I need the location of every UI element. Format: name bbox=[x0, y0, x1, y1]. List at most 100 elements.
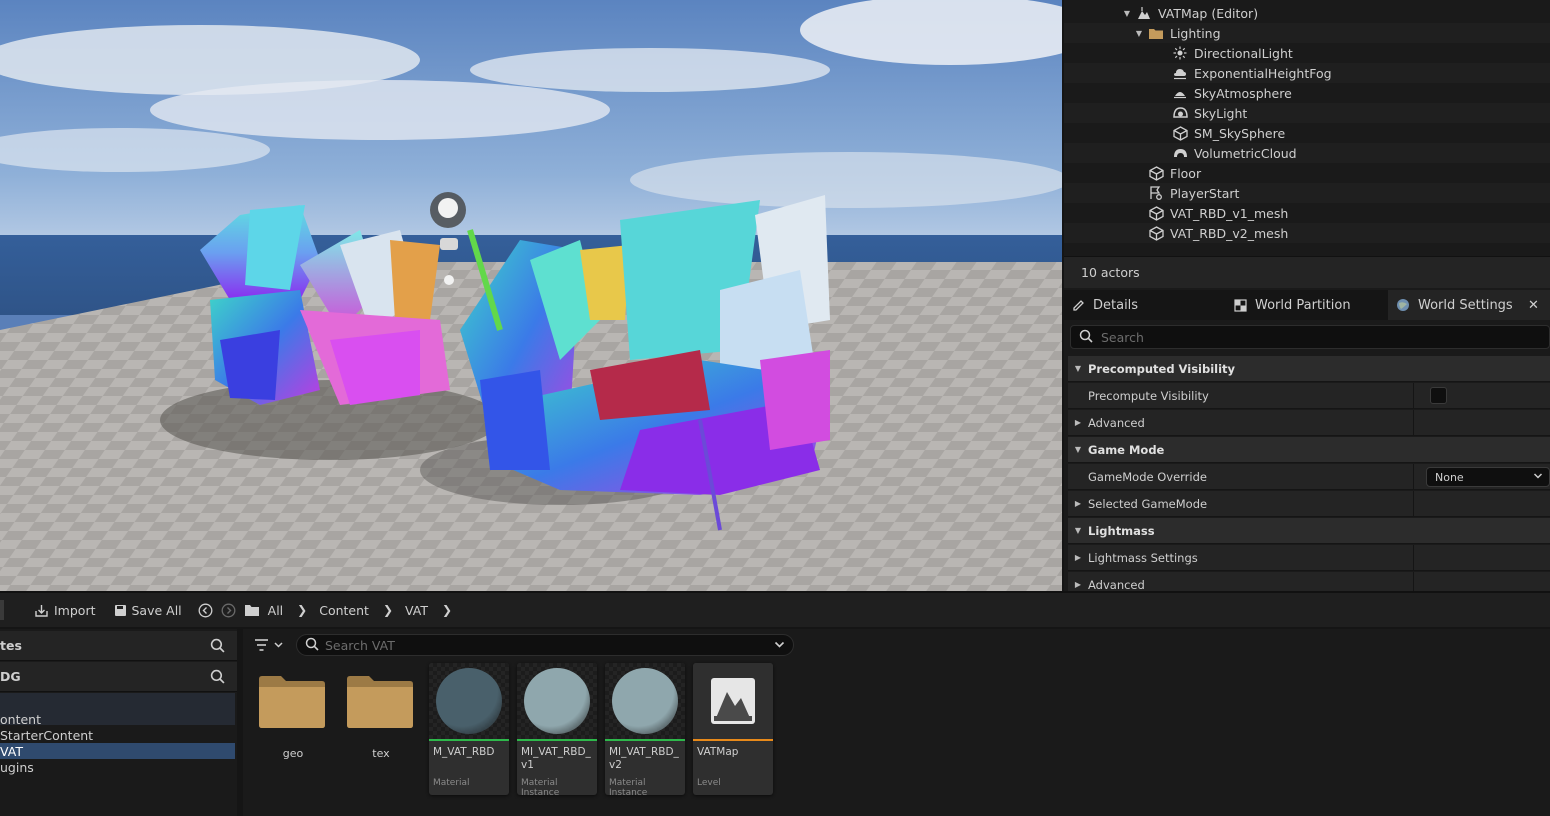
folder-tree-item[interactable]: ugins bbox=[0, 759, 235, 775]
gamemode-override-dropdown[interactable]: None bbox=[1426, 467, 1550, 487]
sky-light-gizmo-icon[interactable] bbox=[430, 192, 466, 228]
asset-type: Material Instance bbox=[609, 778, 648, 795]
outliner-row[interactable]: VAT_RBD_v1_mesh bbox=[1064, 203, 1550, 223]
property-name: Precompute Visibility bbox=[1088, 388, 1209, 403]
asset-tile[interactable]: MI_VAT_RBD_v2 Material Instance bbox=[605, 663, 685, 795]
details-section-header[interactable]: ▼ Lightmass bbox=[1068, 518, 1550, 544]
column-divider[interactable] bbox=[1413, 491, 1414, 517]
save-all-label: Save All bbox=[131, 602, 182, 618]
expand-arrow-icon[interactable]: ▼ bbox=[1122, 8, 1132, 18]
precompute-visibility-checkbox[interactable] bbox=[1430, 387, 1447, 404]
folder-browse-icon[interactable] bbox=[244, 603, 260, 617]
project-header[interactable]: DG bbox=[0, 662, 237, 692]
player-start-icon bbox=[1148, 185, 1164, 201]
property-name: Lightmass Settings bbox=[1088, 550, 1198, 565]
column-divider[interactable] bbox=[1413, 545, 1414, 571]
outliner-row[interactable]: SkyLight bbox=[1064, 103, 1550, 123]
outliner-row[interactable]: Floor bbox=[1064, 163, 1550, 183]
import-label: Import bbox=[54, 602, 96, 618]
outliner-row[interactable]: PlayerStart bbox=[1064, 183, 1550, 203]
expand-arrow-icon[interactable]: ▼ bbox=[1134, 28, 1144, 38]
tab-world-settings[interactable]: World Settings ✕ bbox=[1388, 290, 1550, 320]
outliner-row[interactable]: ExponentialHeightFog bbox=[1064, 63, 1550, 83]
expand-arrow-icon[interactable]: ▶ bbox=[1068, 418, 1088, 427]
search-icon bbox=[305, 637, 319, 654]
outliner-label: Lighting bbox=[1170, 25, 1221, 41]
expand-arrow-icon[interactable]: ▶ bbox=[1068, 553, 1088, 562]
outliner-row[interactable]: VolumetricCloud bbox=[1064, 143, 1550, 163]
content-search-input[interactable] bbox=[325, 637, 765, 653]
save-all-button[interactable]: Save All bbox=[110, 598, 186, 622]
outliner-row[interactable]: ▼ Lighting bbox=[1064, 23, 1550, 43]
folder-icon bbox=[347, 676, 413, 728]
outliner-label: VolumetricCloud bbox=[1194, 145, 1297, 161]
folder-tree-item[interactable]: StarterContent bbox=[0, 727, 235, 743]
asset-type-color-bar bbox=[605, 739, 685, 741]
column-divider[interactable] bbox=[1413, 464, 1414, 490]
search-icon[interactable] bbox=[210, 669, 225, 687]
collapse-arrow-icon[interactable]: ▼ bbox=[1068, 445, 1088, 454]
outliner-label: SM_SkySphere bbox=[1194, 125, 1286, 141]
directional-light-icon bbox=[1172, 45, 1188, 61]
chevron-right-icon[interactable]: ❯ bbox=[383, 603, 393, 617]
breadcrumb-content[interactable]: Content bbox=[319, 603, 369, 618]
details-property-row[interactable]: ▶ Advanced bbox=[1068, 410, 1550, 436]
chevron-right-icon[interactable]: ❯ bbox=[442, 603, 452, 617]
add-button-edge[interactable] bbox=[0, 600, 4, 620]
column-divider[interactable] bbox=[1413, 383, 1414, 409]
asset-tile[interactable]: VATMap Level bbox=[693, 663, 773, 795]
details-section-header[interactable]: ▼ Game Mode bbox=[1068, 437, 1550, 463]
outliner-row[interactable]: ▼ VATMap (Editor) bbox=[1064, 3, 1550, 23]
details-tab-bar: Details World Partition World Settings ✕ bbox=[1064, 290, 1550, 320]
forward-icon[interactable] bbox=[221, 603, 236, 618]
search-icon bbox=[1079, 329, 1093, 346]
details-property-row[interactable]: GameMode Override None bbox=[1068, 464, 1550, 490]
chevron-right-icon[interactable]: ❯ bbox=[297, 603, 307, 617]
collapse-arrow-icon[interactable]: ▼ bbox=[1068, 526, 1088, 535]
folder-icon bbox=[1148, 25, 1164, 41]
breadcrumb-all[interactable]: All bbox=[268, 603, 284, 618]
close-tab-icon[interactable]: ✕ bbox=[1528, 298, 1539, 313]
collapse-arrow-icon[interactable]: ▼ bbox=[1068, 364, 1088, 373]
breadcrumb-vat[interactable]: VAT bbox=[405, 603, 428, 618]
details-property-row[interactable]: Precompute Visibility bbox=[1068, 383, 1550, 409]
sources-panel: tes DG ontent StarterContent VAT ugins bbox=[0, 629, 237, 816]
outliner-row[interactable]: SkyAtmosphere bbox=[1064, 83, 1550, 103]
tab-details[interactable]: Details bbox=[1064, 290, 1226, 320]
back-icon[interactable] bbox=[198, 603, 213, 618]
property-name: Precomputed Visibility bbox=[1088, 361, 1236, 376]
folder-tex[interactable]: tex bbox=[341, 663, 421, 795]
folder-geo[interactable]: geo bbox=[253, 663, 333, 795]
fog-gizmo-icon[interactable] bbox=[440, 238, 458, 250]
asset-card: MI_VAT_RBD_v1 Material Instance bbox=[517, 663, 597, 795]
asset-thumbnail bbox=[517, 663, 597, 739]
folder-tree-item[interactable]: VAT bbox=[0, 743, 235, 759]
details-search-input[interactable] bbox=[1101, 329, 1521, 345]
project-label: DG bbox=[0, 669, 21, 684]
expand-arrow-icon[interactable]: ▶ bbox=[1068, 499, 1088, 508]
asset-type-color-bar bbox=[429, 739, 509, 741]
details-property-row[interactable]: ▶ Selected GameMode bbox=[1068, 491, 1550, 517]
level-icon bbox=[711, 678, 755, 727]
level-viewport[interactable] bbox=[0, 0, 1062, 591]
favorites-header[interactable]: tes bbox=[0, 631, 237, 661]
column-divider[interactable] bbox=[1413, 410, 1414, 436]
chevron-down-icon[interactable] bbox=[774, 639, 785, 650]
outliner-row[interactable]: DirectionalLight bbox=[1064, 43, 1550, 63]
asset-tile[interactable]: MI_VAT_RBD_v1 Material Instance bbox=[517, 663, 597, 795]
asset-type-color-bar bbox=[693, 739, 773, 741]
save-icon bbox=[114, 604, 127, 617]
asset-name: M_VAT_RBD bbox=[433, 746, 495, 758]
outliner-row[interactable]: SM_SkySphere bbox=[1064, 123, 1550, 143]
directional-light-gizmo-icon[interactable] bbox=[444, 275, 454, 285]
folder-tree-item[interactable]: ontent bbox=[0, 711, 235, 727]
tab-world-partition[interactable]: World Partition bbox=[1226, 290, 1388, 320]
outliner-row[interactable]: VAT_RBD_v2_mesh bbox=[1064, 223, 1550, 243]
expand-arrow-icon[interactable]: ▶ bbox=[1068, 580, 1088, 589]
asset-tile[interactable]: M_VAT_RBD Material bbox=[429, 663, 509, 795]
details-section-header[interactable]: ▼ Precomputed Visibility bbox=[1068, 356, 1550, 382]
details-property-row[interactable]: ▶ Lightmass Settings bbox=[1068, 545, 1550, 571]
filter-icon[interactable] bbox=[255, 638, 283, 652]
search-icon[interactable] bbox=[210, 638, 225, 656]
import-button[interactable]: Import bbox=[30, 598, 100, 622]
